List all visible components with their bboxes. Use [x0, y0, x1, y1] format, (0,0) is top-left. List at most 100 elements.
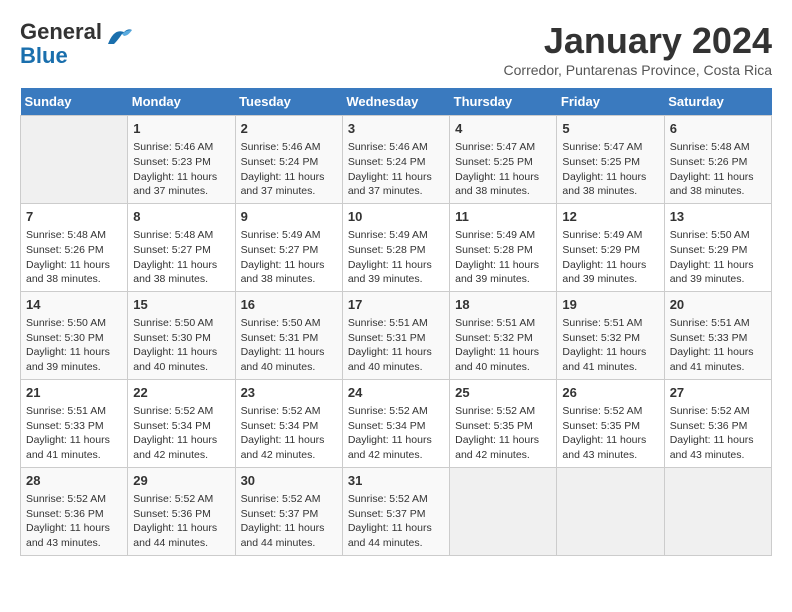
day-info: Sunrise: 5:52 AM Sunset: 5:34 PM Dayligh…: [241, 404, 337, 463]
header-row: SundayMondayTuesdayWednesdayThursdayFrid…: [21, 88, 772, 116]
day-info: Sunrise: 5:50 AM Sunset: 5:30 PM Dayligh…: [133, 316, 229, 375]
day-number: 19: [562, 296, 658, 314]
day-info: Sunrise: 5:51 AM Sunset: 5:31 PM Dayligh…: [348, 316, 444, 375]
day-number: 31: [348, 472, 444, 490]
day-info: Sunrise: 5:49 AM Sunset: 5:27 PM Dayligh…: [241, 228, 337, 287]
day-number: 5: [562, 120, 658, 138]
calendar-cell: 4Sunrise: 5:47 AM Sunset: 5:25 PM Daylig…: [450, 116, 557, 204]
week-row-5: 28 Sunrise: 5:52 AM Sunset: 5:36 PM Dayli…: [21, 467, 772, 555]
day-number: 15: [133, 296, 229, 314]
day-number: 27: [670, 384, 766, 402]
day-number: 4: [455, 120, 551, 138]
day-number: 24: [348, 384, 444, 402]
day-info: Sunrise: 5:50 AM Sunset: 5:31 PM Dayligh…: [241, 316, 337, 375]
calendar-cell: 28 Sunrise: 5:52 AM Sunset: 5:36 PM Dayli…: [21, 467, 128, 555]
week-row-2: 7 Sunrise: 5:48 AM Sunset: 5:26 PM Daylig…: [21, 203, 772, 291]
day-info: Sunrise: 5:52 AM Sunset: 5:37 PM Dayligh…: [241, 492, 337, 551]
title-block: January 2024 Corredor, Puntarenas Provin…: [504, 20, 772, 78]
day-info: Sunrise: 5:52 AM Sunset: 5:36 PM Dayligh…: [26, 492, 122, 551]
day-info: Sunrise: 5:51 AM Sunset: 5:33 PM Dayligh…: [670, 316, 766, 375]
calendar-body: 1Sunrise: 5:46 AM Sunset: 5:23 PM Daylig…: [21, 116, 772, 556]
day-info: Sunrise: 5:50 AM Sunset: 5:30 PM Dayligh…: [26, 316, 122, 375]
calendar-cell: 22 Sunrise: 5:52 AM Sunset: 5:34 PM Dayli…: [128, 379, 235, 467]
day-info: Sunrise: 5:48 AM Sunset: 5:27 PM Dayligh…: [133, 228, 229, 287]
calendar-cell: 7 Sunrise: 5:48 AM Sunset: 5:26 PM Daylig…: [21, 203, 128, 291]
page-header: GeneralBlue January 2024 Corredor, Punta…: [20, 20, 772, 78]
calendar-cell: 12 Sunrise: 5:49 AM Sunset: 5:29 PM Dayli…: [557, 203, 664, 291]
calendar-cell: 14 Sunrise: 5:50 AM Sunset: 5:30 PM Dayli…: [21, 291, 128, 379]
day-info: Sunrise: 5:46 AM Sunset: 5:24 PM Dayligh…: [348, 140, 444, 199]
calendar-title: January 2024: [504, 20, 772, 62]
day-info: Sunrise: 5:52 AM Sunset: 5:34 PM Dayligh…: [133, 404, 229, 463]
day-number: 14: [26, 296, 122, 314]
day-number: 20: [670, 296, 766, 314]
day-info: Sunrise: 5:52 AM Sunset: 5:36 PM Dayligh…: [670, 404, 766, 463]
day-info: Sunrise: 5:49 AM Sunset: 5:28 PM Dayligh…: [455, 228, 551, 287]
calendar-cell: 26Sunrise: 5:52 AM Sunset: 5:35 PM Dayli…: [557, 379, 664, 467]
day-info: Sunrise: 5:48 AM Sunset: 5:26 PM Dayligh…: [26, 228, 122, 287]
day-number: 25: [455, 384, 551, 402]
day-number: 12: [562, 208, 658, 226]
calendar-cell: 15 Sunrise: 5:50 AM Sunset: 5:30 PM Dayli…: [128, 291, 235, 379]
day-info: Sunrise: 5:46 AM Sunset: 5:24 PM Dayligh…: [241, 140, 337, 199]
header-day-saturday: Saturday: [664, 88, 771, 116]
day-info: Sunrise: 5:52 AM Sunset: 5:35 PM Dayligh…: [455, 404, 551, 463]
day-number: 28: [26, 472, 122, 490]
header-day-wednesday: Wednesday: [342, 88, 449, 116]
day-number: 29: [133, 472, 229, 490]
calendar-cell: 27 Sunrise: 5:52 AM Sunset: 5:36 PM Dayli…: [664, 379, 771, 467]
day-number: 30: [241, 472, 337, 490]
calendar-cell: [450, 467, 557, 555]
calendar-cell: 2 Sunrise: 5:46 AM Sunset: 5:24 PM Daylig…: [235, 116, 342, 204]
calendar-cell: 16 Sunrise: 5:50 AM Sunset: 5:31 PM Dayli…: [235, 291, 342, 379]
day-info: Sunrise: 5:52 AM Sunset: 5:35 PM Dayligh…: [562, 404, 658, 463]
day-info: Sunrise: 5:52 AM Sunset: 5:37 PM Dayligh…: [348, 492, 444, 551]
calendar-cell: 10Sunrise: 5:49 AM Sunset: 5:28 PM Dayli…: [342, 203, 449, 291]
calendar-cell: 25 Sunrise: 5:52 AM Sunset: 5:35 PM Dayli…: [450, 379, 557, 467]
calendar-cell: [664, 467, 771, 555]
calendar-cell: 31 Sunrise: 5:52 AM Sunset: 5:37 PM Dayli…: [342, 467, 449, 555]
calendar-cell: 17 Sunrise: 5:51 AM Sunset: 5:31 PM Dayli…: [342, 291, 449, 379]
day-number: 23: [241, 384, 337, 402]
day-number: 21: [26, 384, 122, 402]
day-number: 17: [348, 296, 444, 314]
header-day-sunday: Sunday: [21, 88, 128, 116]
calendar-cell: 21 Sunrise: 5:51 AM Sunset: 5:33 PM Dayli…: [21, 379, 128, 467]
calendar-cell: 6 Sunrise: 5:48 AM Sunset: 5:26 PM Daylig…: [664, 116, 771, 204]
day-number: 2: [241, 120, 337, 138]
header-day-tuesday: Tuesday: [235, 88, 342, 116]
header-day-friday: Friday: [557, 88, 664, 116]
day-number: 16: [241, 296, 337, 314]
calendar-cell: 18 Sunrise: 5:51 AM Sunset: 5:32 PM Dayli…: [450, 291, 557, 379]
calendar-cell: 13Sunrise: 5:50 AM Sunset: 5:29 PM Dayli…: [664, 203, 771, 291]
calendar-cell: 3Sunrise: 5:46 AM Sunset: 5:24 PM Daylig…: [342, 116, 449, 204]
header-day-thursday: Thursday: [450, 88, 557, 116]
day-info: Sunrise: 5:51 AM Sunset: 5:33 PM Dayligh…: [26, 404, 122, 463]
day-info: Sunrise: 5:51 AM Sunset: 5:32 PM Dayligh…: [455, 316, 551, 375]
day-info: Sunrise: 5:47 AM Sunset: 5:25 PM Dayligh…: [562, 140, 658, 199]
calendar-table: SundayMondayTuesdayWednesdayThursdayFrid…: [20, 88, 772, 556]
day-info: Sunrise: 5:48 AM Sunset: 5:26 PM Dayligh…: [670, 140, 766, 199]
calendar-cell: 24 Sunrise: 5:52 AM Sunset: 5:34 PM Dayli…: [342, 379, 449, 467]
day-info: Sunrise: 5:50 AM Sunset: 5:29 PM Dayligh…: [670, 228, 766, 287]
logo: GeneralBlue: [20, 20, 134, 68]
day-info: Sunrise: 5:49 AM Sunset: 5:29 PM Dayligh…: [562, 228, 658, 287]
header-day-monday: Monday: [128, 88, 235, 116]
calendar-cell: [21, 116, 128, 204]
day-number: 22: [133, 384, 229, 402]
day-info: Sunrise: 5:52 AM Sunset: 5:36 PM Dayligh…: [133, 492, 229, 551]
day-number: 11: [455, 208, 551, 226]
calendar-cell: 9 Sunrise: 5:49 AM Sunset: 5:27 PM Daylig…: [235, 203, 342, 291]
logo-text: GeneralBlue: [20, 19, 102, 68]
logo-bird-icon: [106, 26, 134, 48]
day-number: 8: [133, 208, 229, 226]
day-number: 18: [455, 296, 551, 314]
day-info: Sunrise: 5:52 AM Sunset: 5:34 PM Dayligh…: [348, 404, 444, 463]
day-number: 9: [241, 208, 337, 226]
day-number: 6: [670, 120, 766, 138]
day-number: 7: [26, 208, 122, 226]
calendar-cell: 8 Sunrise: 5:48 AM Sunset: 5:27 PM Daylig…: [128, 203, 235, 291]
week-row-1: 1Sunrise: 5:46 AM Sunset: 5:23 PM Daylig…: [21, 116, 772, 204]
calendar-cell: 29 Sunrise: 5:52 AM Sunset: 5:36 PM Dayli…: [128, 467, 235, 555]
week-row-4: 21 Sunrise: 5:51 AM Sunset: 5:33 PM Dayli…: [21, 379, 772, 467]
